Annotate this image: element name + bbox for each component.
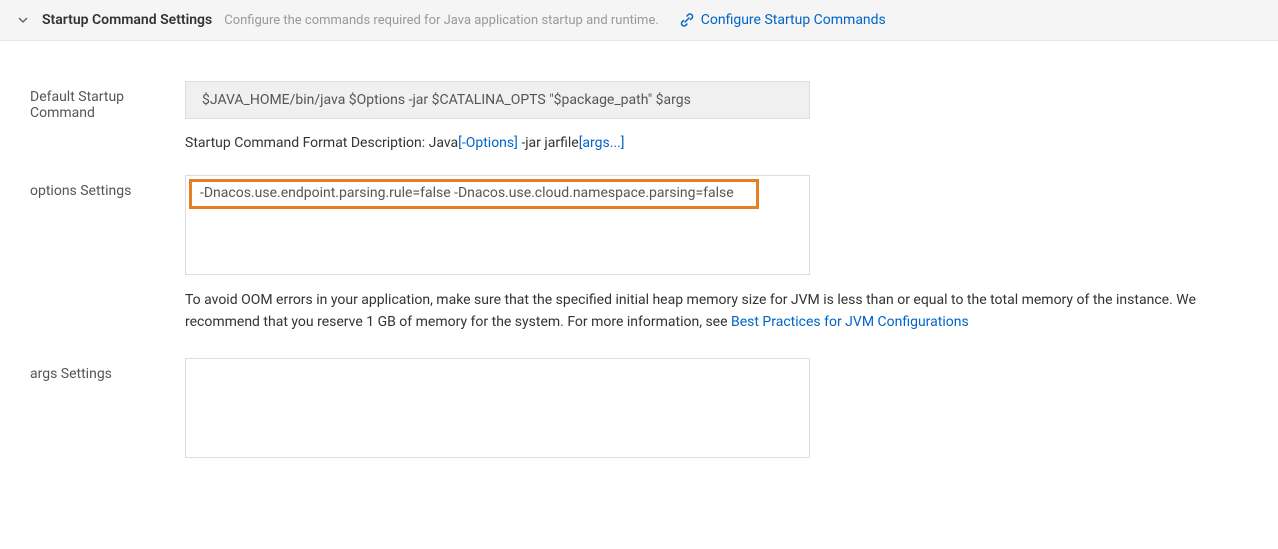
header-title: Startup Command Settings xyxy=(42,12,212,28)
options-link[interactable]: [-Options] xyxy=(458,135,518,151)
format-mid: -jar jarfile xyxy=(518,135,579,151)
content: Default Startup Command $JAVA_HOME/bin/j… xyxy=(0,41,1278,516)
args-settings-label: args Settings xyxy=(30,358,185,382)
warning-message: To avoid OOM errors in your application,… xyxy=(185,292,1196,330)
format-description: Startup Command Format Description: Java… xyxy=(185,135,1248,151)
header: Startup Command Settings Configure the c… xyxy=(0,0,1278,41)
jvm-best-practices-link[interactable]: Best Practices for JVM Configurations xyxy=(731,314,969,330)
args-link[interactable]: [args...] xyxy=(579,135,625,151)
args-settings-input[interactable] xyxy=(185,358,810,458)
default-startup-command-label: Default Startup Command xyxy=(30,81,185,121)
options-settings-input[interactable] xyxy=(185,175,810,275)
link-icon xyxy=(679,12,695,28)
header-description: Configure the commands required for Java… xyxy=(224,13,659,28)
chevron-down-icon[interactable] xyxy=(16,13,30,27)
warning-text: To avoid OOM errors in your application,… xyxy=(185,289,1248,334)
default-startup-command-value: $JAVA_HOME/bin/java $Options -jar $CATAL… xyxy=(185,81,810,119)
options-settings-label: options Settings xyxy=(30,175,185,199)
format-prefix: Startup Command Format Description: Java xyxy=(185,135,458,151)
configure-startup-commands-link[interactable]: Configure Startup Commands xyxy=(701,12,886,28)
